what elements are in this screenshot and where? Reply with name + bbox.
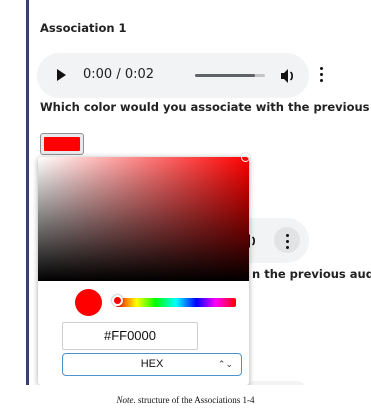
audio-progress <box>195 74 255 77</box>
hex-value-input[interactable]: #FF0000 <box>62 322 198 350</box>
figure-caption: Note. structure of the Associations 1-4 <box>0 395 371 405</box>
caption-prefix: Note. <box>116 395 136 405</box>
audio-time: 0:00 / 0:02 <box>83 67 155 82</box>
association-panel: Association 1 0:00 / 0:02 Which color wo… <box>0 0 371 385</box>
color-picker-popup: #FF0000 HEX ⌃⌄ <box>38 153 250 385</box>
caption-text: structure of the Associations 1-4 <box>135 395 255 405</box>
association-title: Association 1 <box>40 21 127 35</box>
section-border <box>26 0 29 385</box>
play-icon[interactable] <box>57 69 66 81</box>
volume-icon[interactable] <box>278 66 298 86</box>
audio-player: 0:00 / 0:02 <box>37 53 323 98</box>
color-format-label: HEX <box>140 358 164 370</box>
color-swatch-button[interactable] <box>40 133 84 155</box>
audio-player-3 <box>240 381 310 385</box>
association-question-2-partial: n the previous audio? <box>252 267 371 281</box>
saturation-area[interactable] <box>38 153 250 281</box>
hue-slider[interactable] <box>112 295 236 307</box>
saturation-handle[interactable] <box>241 153 250 162</box>
more-options-button[interactable] <box>274 227 300 253</box>
color-swatch-fill <box>44 137 80 151</box>
hue-handle[interactable] <box>112 295 123 306</box>
audio-seek-bar[interactable] <box>195 74 265 77</box>
association-question: Which color would you associate with the… <box>40 100 371 114</box>
color-preview <box>75 289 102 316</box>
color-format-select[interactable]: HEX ⌃⌄ <box>62 353 242 376</box>
select-arrows-icon: ⌃⌄ <box>217 359 233 369</box>
more-options-icon <box>285 234 289 252</box>
more-options-icon[interactable] <box>318 65 324 85</box>
